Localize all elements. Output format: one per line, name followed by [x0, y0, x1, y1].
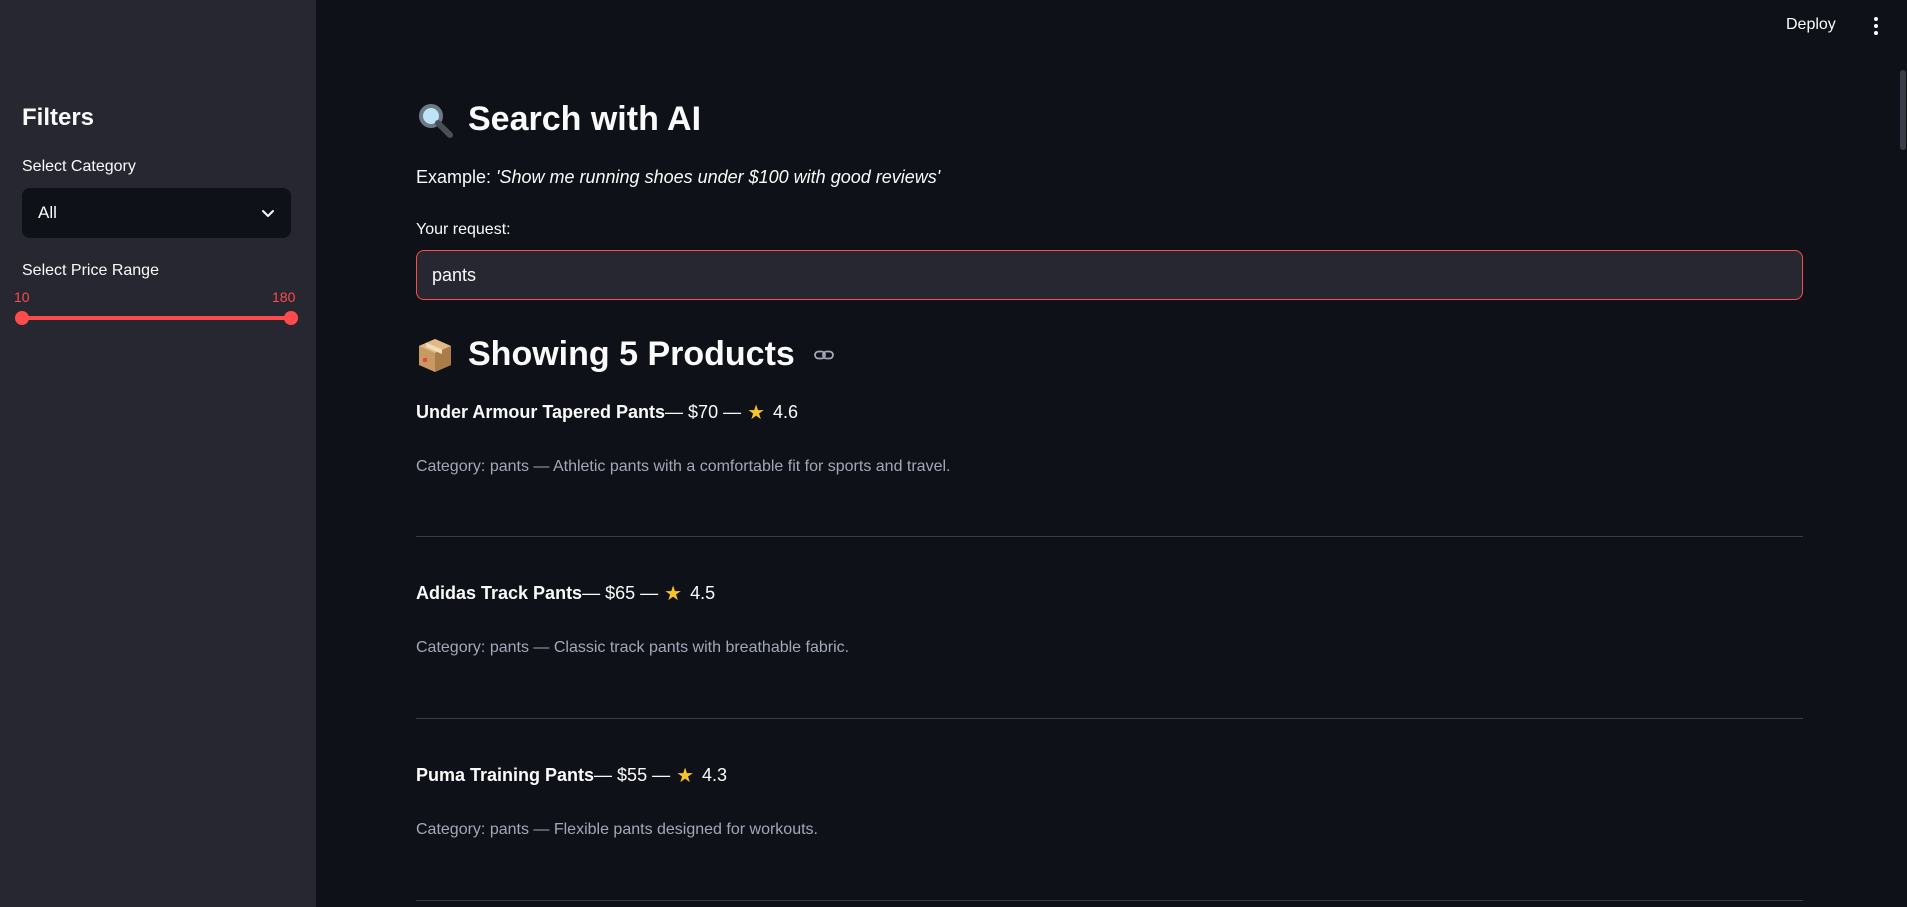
product-price: — $65 —	[582, 583, 659, 603]
product-title: Adidas Track Pants — $65 — ★ 4.5	[416, 581, 1803, 606]
scrollbar[interactable]	[1900, 70, 1906, 150]
price-min-value: 10	[14, 289, 30, 305]
product-rating: 4.5	[690, 583, 716, 603]
page-title: Search with AI	[416, 100, 701, 139]
product-title: Puma Training Pants — $55 — ★ 4.3	[416, 763, 1803, 788]
product-price: — $55 —	[594, 765, 671, 785]
product-item: Under Armour Tapered Pants — $70 — ★ 4.6…	[416, 400, 1803, 476]
product-item: Adidas Track Pants — $65 — ★ 4.5 Categor…	[416, 581, 1803, 657]
example-query: 'Show me running shoes under $100 with g…	[496, 167, 941, 187]
category-select[interactable]: All	[22, 188, 291, 238]
product-rating: 4.3	[702, 765, 728, 785]
results-heading: Showing 5 Products	[416, 335, 835, 374]
divider	[416, 900, 1803, 901]
app-root: Filters Select Category All Select Price…	[0, 0, 1907, 907]
product-description: Category: pants — Athletic pants with a …	[416, 458, 951, 475]
slider-thumb-max[interactable]	[284, 311, 298, 325]
link-icon[interactable]	[813, 344, 835, 366]
sidebar: Filters Select Category All Select Price…	[0, 0, 316, 907]
product-description: Category: pants — Flexible pants designe…	[416, 821, 818, 838]
price-max-value: 180	[272, 289, 296, 305]
product-title: Under Armour Tapered Pants — $70 — ★ 4.6	[416, 400, 1803, 425]
product-name: Under Armour Tapered Pants	[416, 402, 666, 422]
deploy-button[interactable]: Deploy	[1780, 14, 1842, 38]
product-name: Puma Training Pants	[416, 765, 595, 785]
sidebar-title: Filters	[22, 104, 95, 131]
request-label: Your request:	[416, 221, 511, 238]
results-heading-text: Showing 5 Products	[468, 335, 795, 373]
product-rating: 4.6	[773, 402, 799, 422]
divider	[416, 718, 1803, 719]
slider-thumb-min[interactable]	[15, 311, 29, 325]
example-prefix: Example:	[416, 167, 497, 187]
product-name: Adidas Track Pants	[416, 583, 583, 603]
product-item: Puma Training Pants — $55 — ★ 4.3 Catego…	[416, 763, 1803, 839]
star-icon: ★	[676, 765, 695, 787]
product-description: Category: pants — Classic track pants wi…	[416, 639, 850, 656]
category-select-value: All	[38, 203, 57, 222]
price-range-slider[interactable]: 10 180	[14, 286, 298, 326]
kebab-menu-icon[interactable]	[1866, 14, 1886, 38]
product-price: — $70 —	[665, 402, 742, 422]
example-text: Example: 'Show me running shoes under $1…	[416, 167, 940, 188]
category-label: Select Category	[22, 158, 136, 175]
star-icon: ★	[664, 583, 683, 605]
page-title-text: Search with AI	[468, 100, 702, 138]
magnifying-glass-icon	[419, 103, 453, 138]
star-icon: ★	[747, 402, 766, 424]
price-range-label: Select Price Range	[22, 262, 159, 279]
slider-track	[22, 316, 291, 320]
divider	[416, 536, 1803, 537]
request-input[interactable]	[416, 250, 1803, 300]
package-icon	[419, 338, 451, 372]
chevron-down-icon	[261, 206, 275, 220]
